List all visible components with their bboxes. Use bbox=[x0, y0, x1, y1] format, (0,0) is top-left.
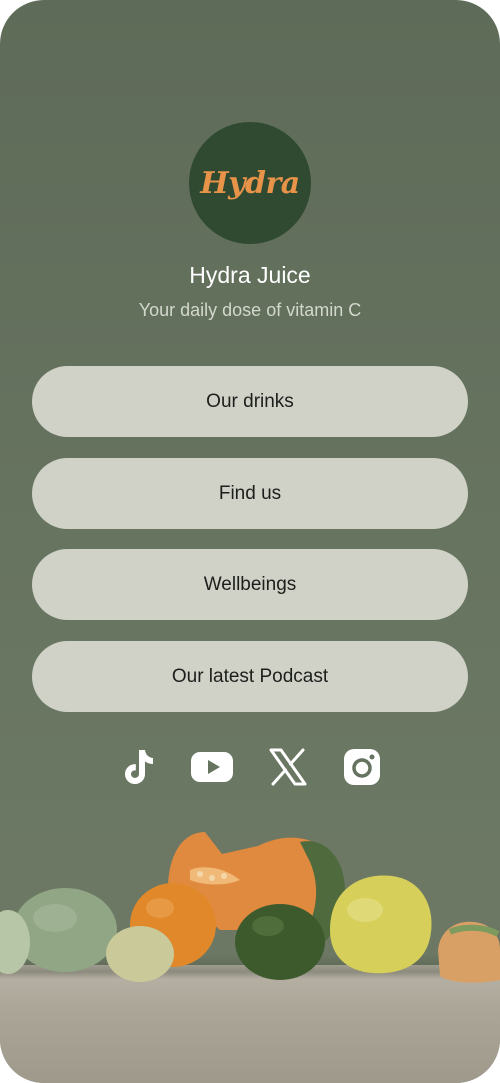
profile-tagline: Your daily dose of vitamin C bbox=[138, 300, 362, 320]
youtube-icon[interactable] bbox=[190, 745, 234, 789]
social-links bbox=[0, 745, 500, 789]
podcast-button[interactable]: Our latest Podcast bbox=[32, 641, 468, 712]
x-icon[interactable] bbox=[266, 745, 310, 789]
wellbeings-button[interactable]: Wellbeings bbox=[32, 549, 468, 620]
our-drinks-button[interactable]: Our drinks bbox=[32, 366, 468, 437]
brand-logo: Hydra bbox=[189, 122, 311, 244]
produce-photo bbox=[0, 832, 500, 983]
logo-text: Hydra bbox=[200, 165, 300, 201]
link-page: Hydra Hydra Juice Your daily dose of vit… bbox=[0, 0, 500, 1083]
profile-name: Hydra Juice bbox=[189, 262, 311, 288]
instagram-icon[interactable] bbox=[340, 745, 384, 789]
find-us-button[interactable]: Find us bbox=[32, 458, 468, 529]
tiktok-icon[interactable] bbox=[116, 745, 160, 789]
